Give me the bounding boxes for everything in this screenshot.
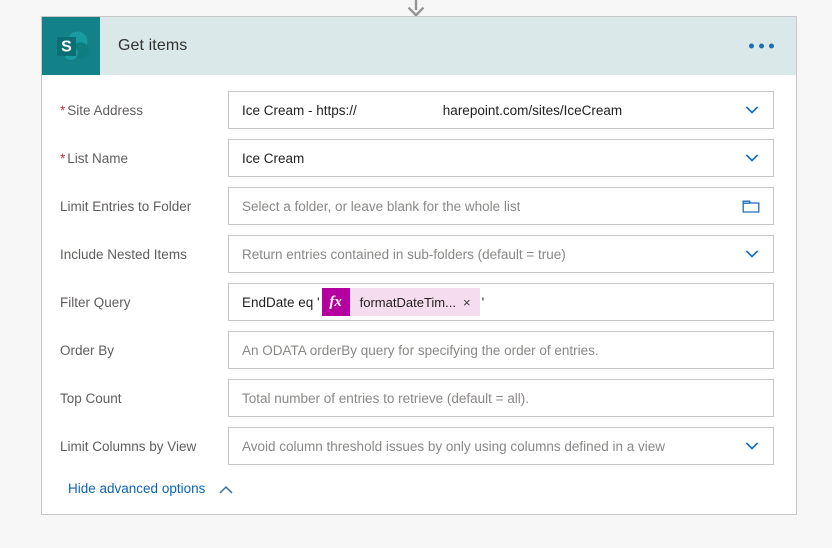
- chevron-down-icon[interactable]: [743, 101, 761, 119]
- field-label-order-by: Order By: [60, 343, 115, 358]
- arrow-down-icon: [407, 0, 425, 16]
- field-label-filter-query: Filter Query: [60, 295, 131, 310]
- fx-icon: fx: [321, 288, 350, 316]
- field-label-list-name: * List Name: [60, 151, 129, 166]
- hide-advanced-options-button[interactable]: Hide advanced options: [60, 481, 235, 496]
- include-nested-items-input[interactable]: Return entries contained in sub-folders …: [228, 235, 774, 273]
- card-body: * Site Address Ice Cream - https:// harepo…: [42, 75, 796, 514]
- list-name-value: Ice Cream: [242, 150, 305, 166]
- close-icon[interactable]: ×: [463, 296, 480, 309]
- sharepoint-icon: S: [42, 17, 100, 75]
- expression-token[interactable]: fx formatDateTim... ×: [321, 288, 480, 316]
- field-row-filter-query: Filter Query EndDate eq ' fx formatDateT…: [60, 283, 774, 321]
- limit-columns-by-view-input[interactable]: Avoid column threshold issues by only us…: [228, 427, 774, 465]
- field-label-site-address: * Site Address: [60, 103, 144, 118]
- filter-query-text-before: EndDate eq ': [242, 294, 320, 310]
- field-row-limit-entries-to-folder: Limit Entries to Folder Select a folder,…: [60, 187, 774, 225]
- required-asterisk: *: [60, 151, 66, 166]
- ellipsis-icon[interactable]: [743, 36, 780, 57]
- field-row-order-by: Order By An ODATA orderBy query for spec…: [60, 331, 774, 369]
- chevron-up-icon[interactable]: [217, 483, 235, 495]
- field-row-site-address: * Site Address Ice Cream - https:// harepo…: [60, 91, 774, 129]
- list-name-input[interactable]: Ice Cream: [228, 139, 774, 177]
- limit-entries-to-folder-input[interactable]: Select a folder, or leave blank for the …: [228, 187, 774, 225]
- field-row-list-name: * List Name Ice Cream: [60, 139, 774, 177]
- hide-advanced-options-label: Hide advanced options: [68, 481, 206, 496]
- field-label-top-count: Top Count: [60, 391, 122, 406]
- include-nested-items-placeholder: Return entries contained in sub-folders …: [242, 246, 566, 262]
- flow-connector: [0, 0, 832, 16]
- card-header[interactable]: S Get items: [42, 17, 796, 75]
- field-label-limit-entries-to-folder: Limit Entries to Folder: [60, 199, 192, 214]
- field-row-include-nested-items: Include Nested Items Return entries cont…: [60, 235, 774, 273]
- field-label-include-nested-items: Include Nested Items: [60, 247, 187, 262]
- order-by-input[interactable]: An ODATA orderBy query for specifying th…: [228, 331, 774, 369]
- field-label-limit-columns-by-view: Limit Columns by View: [60, 439, 197, 454]
- svg-text:S: S: [61, 39, 72, 56]
- chevron-down-icon[interactable]: [743, 245, 761, 263]
- top-count-placeholder: Total number of entries to retrieve (def…: [242, 390, 530, 406]
- folder-icon[interactable]: [742, 198, 760, 214]
- site-address-value-prefix: Ice Cream - https://: [242, 102, 357, 118]
- chevron-down-icon[interactable]: [743, 437, 761, 455]
- top-count-input[interactable]: Total number of entries to retrieve (def…: [228, 379, 774, 417]
- expression-token-label: formatDateTim...: [359, 294, 456, 310]
- filter-query-input[interactable]: EndDate eq ' fx formatDateTim... × ': [228, 283, 774, 321]
- action-card-get-items[interactable]: S Get items * Site Address Ice Cream - ht…: [41, 16, 797, 515]
- site-address-input[interactable]: Ice Cream - https:// harepoint.com/sites/…: [228, 91, 774, 129]
- required-asterisk: *: [60, 103, 66, 118]
- site-address-value-suffix: harepoint.com/sites/IceCream: [442, 102, 623, 118]
- page-title: Get items: [118, 37, 188, 54]
- field-row-limit-columns-by-view: Limit Columns by View Avoid column thres…: [60, 427, 774, 465]
- field-row-top-count: Top Count Total number of entries to ret…: [60, 379, 774, 417]
- chevron-down-icon[interactable]: [743, 149, 761, 167]
- order-by-placeholder: An ODATA orderBy query for specifying th…: [242, 342, 599, 358]
- limit-columns-by-view-placeholder: Avoid column threshold issues by only us…: [242, 438, 665, 454]
- limit-entries-to-folder-placeholder: Select a folder, or leave blank for the …: [242, 198, 521, 214]
- filter-query-text-after: ': [481, 294, 485, 310]
